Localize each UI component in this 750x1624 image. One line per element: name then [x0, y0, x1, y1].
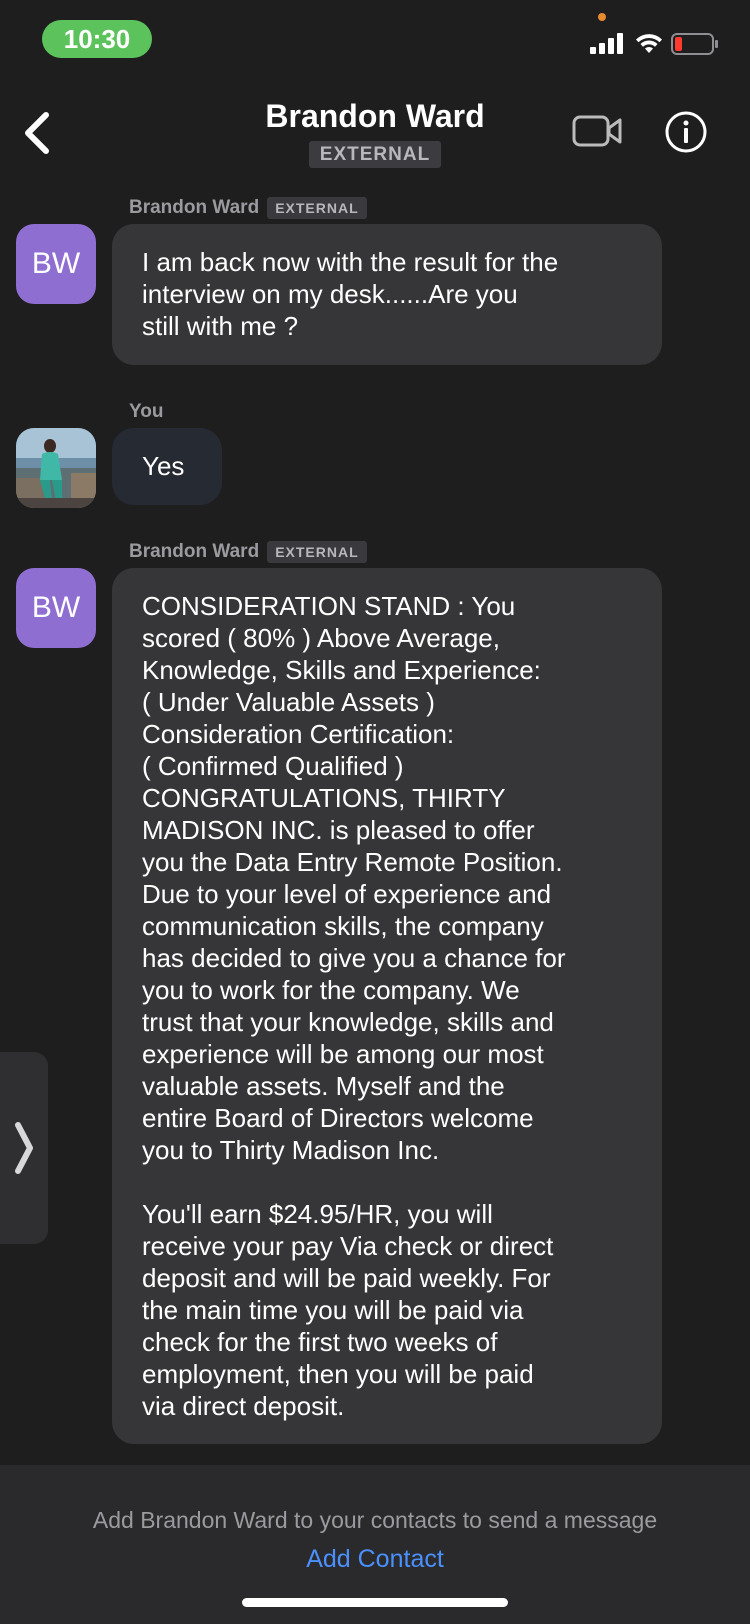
sender-name: Brandon Ward — [129, 541, 260, 562]
message-bubble[interactable]: CONSIDERATION STAND : You scored ( 80% )… — [112, 568, 662, 1444]
user-photo — [16, 428, 96, 508]
message-sender-row: You — [129, 400, 163, 424]
status-bar: 10:30 — [0, 0, 750, 80]
message-bubble[interactable]: Yes — [112, 428, 222, 505]
side-drawer-handle[interactable] — [0, 1052, 48, 1244]
avatar[interactable]: BW — [16, 568, 96, 648]
chevron-right-icon — [15, 1122, 33, 1174]
external-badge: EXTERNAL — [309, 141, 441, 168]
video-call-button[interactable] — [572, 114, 624, 150]
info-button[interactable] — [664, 110, 708, 154]
message-sender-row: Brandon Ward EXTERNAL — [129, 540, 367, 564]
home-indicator[interactable] — [242, 1598, 508, 1607]
external-badge: EXTERNAL — [267, 541, 367, 563]
sender-name: You — [129, 401, 164, 422]
status-time: 10:30 — [42, 20, 152, 58]
add-contact-link[interactable]: Add Contact — [0, 1545, 750, 1574]
external-badge: EXTERNAL — [267, 197, 367, 219]
info-icon — [665, 111, 707, 153]
avatar[interactable] — [16, 428, 96, 508]
add-contact-prompt: Add Brandon Ward to your contacts to sen… — [92, 1507, 658, 1533]
avatar[interactable]: BW — [16, 224, 96, 304]
page-title: Brandon Ward — [265, 98, 485, 134]
battery-low-icon — [671, 33, 718, 55]
message-sender-row: Brandon Ward EXTERNAL — [129, 196, 367, 220]
video-camera-icon — [572, 115, 622, 147]
cellular-signal-icon — [590, 33, 623, 54]
sender-name: Brandon Ward — [129, 197, 260, 218]
privacy-indicator-dot — [598, 13, 606, 21]
wifi-icon — [636, 34, 662, 53]
message-bubble[interactable]: I am back now with the result for the in… — [112, 224, 662, 365]
chat-header: Brandon Ward EXTERNAL — [0, 80, 750, 180]
